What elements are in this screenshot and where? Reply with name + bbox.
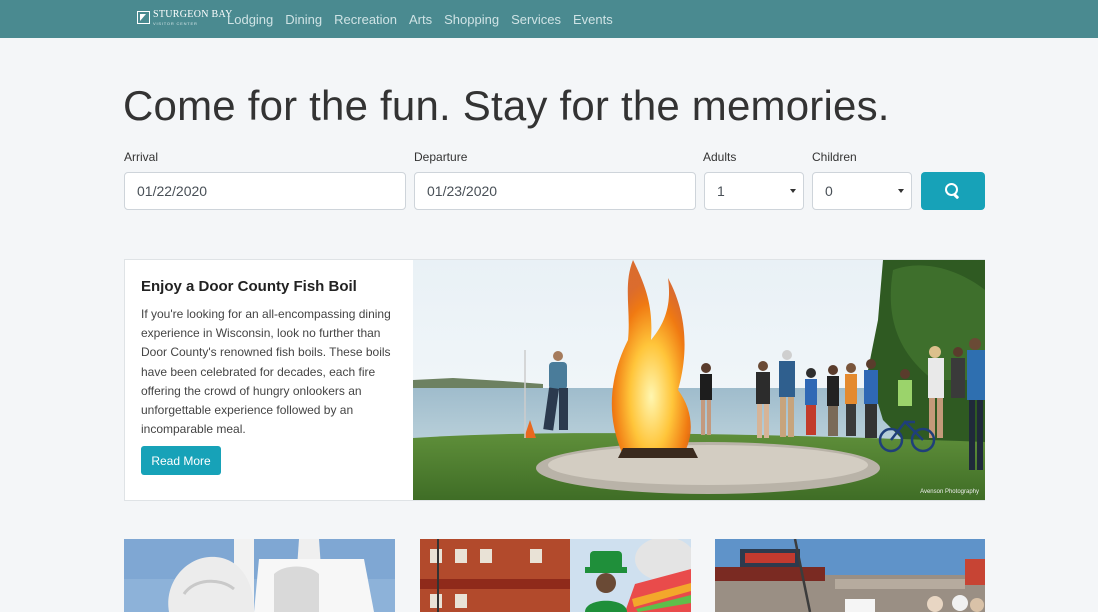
brand-subtitle: VISITOR CENTER — [153, 21, 198, 26]
adults-value: 1 — [717, 183, 725, 199]
children-value: 0 — [825, 183, 833, 199]
brand-logo[interactable]: STURGEON BAY VISITOR CENTER — [137, 10, 233, 26]
search-icon — [945, 183, 961, 199]
nav-link-arts[interactable]: Arts — [409, 12, 432, 27]
card-image-parade[interactable] — [420, 539, 691, 612]
top-navbar: STURGEON BAY VISITOR CENTER Lodging Dini… — [0, 0, 1098, 38]
caret-down-icon — [898, 189, 904, 193]
departure-label: Departure — [414, 150, 468, 164]
card-image-statue[interactable] — [124, 539, 395, 612]
nav-link-events[interactable]: Events — [573, 12, 613, 27]
logo-icon — [137, 11, 150, 24]
fish-boil-photo: Avenson Photography — [413, 260, 985, 500]
nav-link-recreation[interactable]: Recreation — [334, 12, 397, 27]
caret-down-icon — [790, 189, 796, 193]
departure-date-input[interactable]: 01/23/2020 — [414, 172, 696, 210]
search-button[interactable] — [921, 172, 985, 210]
nav-links: Lodging Dining Recreation Arts Shopping … — [227, 0, 625, 38]
nav-link-services[interactable]: Services — [511, 12, 561, 27]
card-image-shipyard[interactable] — [715, 539, 985, 612]
photo-credit: Avenson Photography — [920, 489, 979, 495]
nav-link-shopping[interactable]: Shopping — [444, 12, 499, 27]
read-more-button[interactable]: Read More — [141, 446, 221, 475]
arrival-date-input[interactable]: 01/22/2020 — [124, 172, 406, 210]
arrival-date-value: 01/22/2020 — [137, 183, 208, 199]
departure-date-value: 01/23/2020 — [427, 183, 498, 199]
children-select[interactable]: 0 — [812, 172, 912, 210]
feature-title: Enjoy a Door County Fish Boil — [141, 278, 357, 295]
feature-card: Enjoy a Door County Fish Boil If you're … — [124, 259, 985, 501]
nav-link-lodging[interactable]: Lodging — [227, 12, 273, 27]
brand-name: STURGEON BAY — [153, 9, 233, 20]
adults-label: Adults — [703, 150, 737, 164]
arrival-label: Arrival — [124, 150, 159, 164]
page-title: Come for the fun. Stay for the memories. — [123, 82, 890, 129]
nav-link-dining[interactable]: Dining — [285, 12, 322, 27]
adults-select[interactable]: 1 — [704, 172, 804, 210]
children-label: Children — [812, 150, 857, 164]
feature-description: If you're looking for an all-encompassin… — [141, 307, 391, 437]
